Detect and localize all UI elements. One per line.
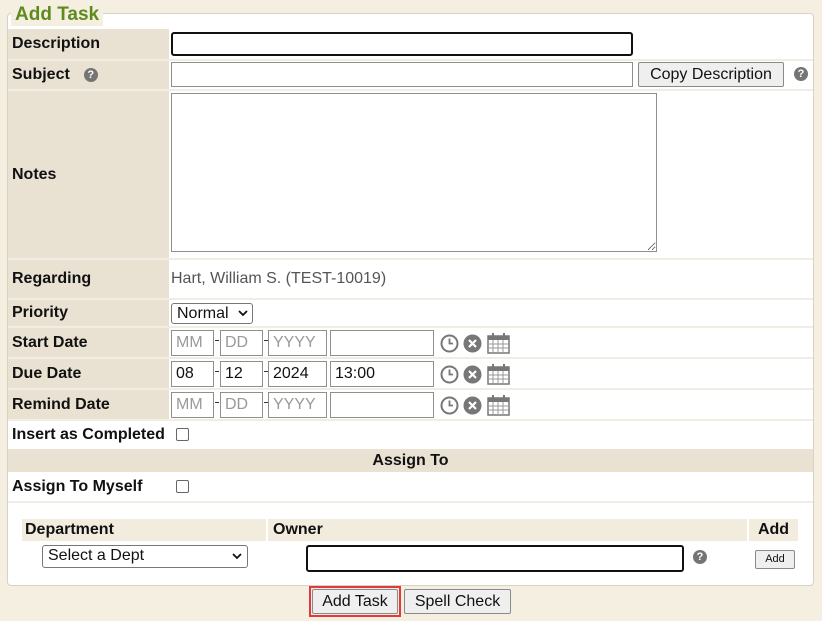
remind-date-label: Remind Date xyxy=(8,390,169,419)
clock-icon[interactable] xyxy=(440,365,459,384)
dropdown-chevron-icon xyxy=(238,310,248,317)
clear-icon[interactable] xyxy=(463,334,482,353)
start-time-input[interactable] xyxy=(330,330,434,356)
notes-label: Notes xyxy=(8,91,169,258)
clear-icon[interactable] xyxy=(463,365,482,384)
copy-description-help-icon[interactable]: ? xyxy=(794,67,808,81)
add-task-button[interactable]: Add Task xyxy=(312,589,398,614)
description-row: Description xyxy=(8,29,813,59)
department-selected-value: Select a Dept xyxy=(48,547,145,564)
priority-row: Priority Normal xyxy=(8,300,813,326)
clock-icon[interactable] xyxy=(440,334,459,353)
calendar-icon[interactable] xyxy=(487,332,510,354)
priority-label: Priority xyxy=(8,300,169,326)
due-year-input[interactable] xyxy=(268,361,327,387)
dropdown-chevron-icon xyxy=(232,553,242,560)
due-day-input[interactable] xyxy=(220,361,263,387)
description-input[interactable] xyxy=(171,32,633,56)
start-month-input[interactable] xyxy=(171,330,214,356)
subject-label: Subject xyxy=(12,66,70,83)
copy-description-button[interactable]: Copy Description xyxy=(638,62,784,87)
calendar-icon[interactable] xyxy=(487,394,510,416)
calendar-icon[interactable] xyxy=(487,363,510,385)
subject-row: Subject ? Copy Description ? xyxy=(8,61,813,89)
due-date-row: Due Date xyxy=(8,359,813,388)
subject-help-icon[interactable]: ? xyxy=(83,68,98,82)
remind-day-input[interactable] xyxy=(220,392,263,418)
description-label: Description xyxy=(8,29,169,59)
regarding-label: Regarding xyxy=(8,260,169,298)
assign-to-header: Assign To xyxy=(8,449,813,472)
notes-row: Notes xyxy=(8,91,813,258)
start-year-input[interactable] xyxy=(268,330,327,356)
spell-check-button[interactable]: Spell Check xyxy=(404,589,511,614)
start-date-row: Start Date xyxy=(8,328,813,357)
due-month-input[interactable] xyxy=(171,361,214,387)
assign-myself-checkbox[interactable] xyxy=(176,480,189,493)
remind-year-input[interactable] xyxy=(268,392,327,418)
due-time-input[interactable] xyxy=(330,361,434,387)
owner-header: Owner xyxy=(268,519,747,541)
insert-completed-checkbox[interactable] xyxy=(176,428,189,441)
remind-month-input[interactable] xyxy=(171,392,214,418)
clear-icon[interactable] xyxy=(463,396,482,415)
assign-myself-label: Assign To Myself xyxy=(8,472,169,501)
add-owner-button[interactable]: Add xyxy=(755,550,795,569)
owner-help-icon[interactable]: ? xyxy=(693,550,707,564)
insert-completed-row: Insert as Completed xyxy=(8,421,813,448)
priority-select[interactable]: Normal xyxy=(171,303,253,324)
due-date-label: Due Date xyxy=(8,359,169,388)
priority-selected-value: Normal xyxy=(177,305,229,322)
regarding-value: Hart, William S. (TEST-10019) xyxy=(171,270,387,287)
regarding-row: Regarding Hart, William S. (TEST-10019) xyxy=(8,260,813,298)
remind-date-row: Remind Date xyxy=(8,390,813,419)
owner-input[interactable] xyxy=(306,545,684,572)
start-day-input[interactable] xyxy=(220,330,263,356)
department-select[interactable]: Select a Dept xyxy=(42,545,248,568)
panel-legend: Add Task xyxy=(11,4,104,26)
start-date-label: Start Date xyxy=(8,328,169,357)
notes-textarea[interactable] xyxy=(171,93,657,252)
clock-icon[interactable] xyxy=(440,396,459,415)
insert-completed-label: Insert as Completed xyxy=(8,421,169,448)
subject-input[interactable] xyxy=(171,62,633,87)
department-header: Department xyxy=(22,519,266,541)
remind-time-input[interactable] xyxy=(330,392,434,418)
assign-myself-row: Assign To Myself xyxy=(8,472,813,501)
add-header: Add xyxy=(749,519,798,541)
